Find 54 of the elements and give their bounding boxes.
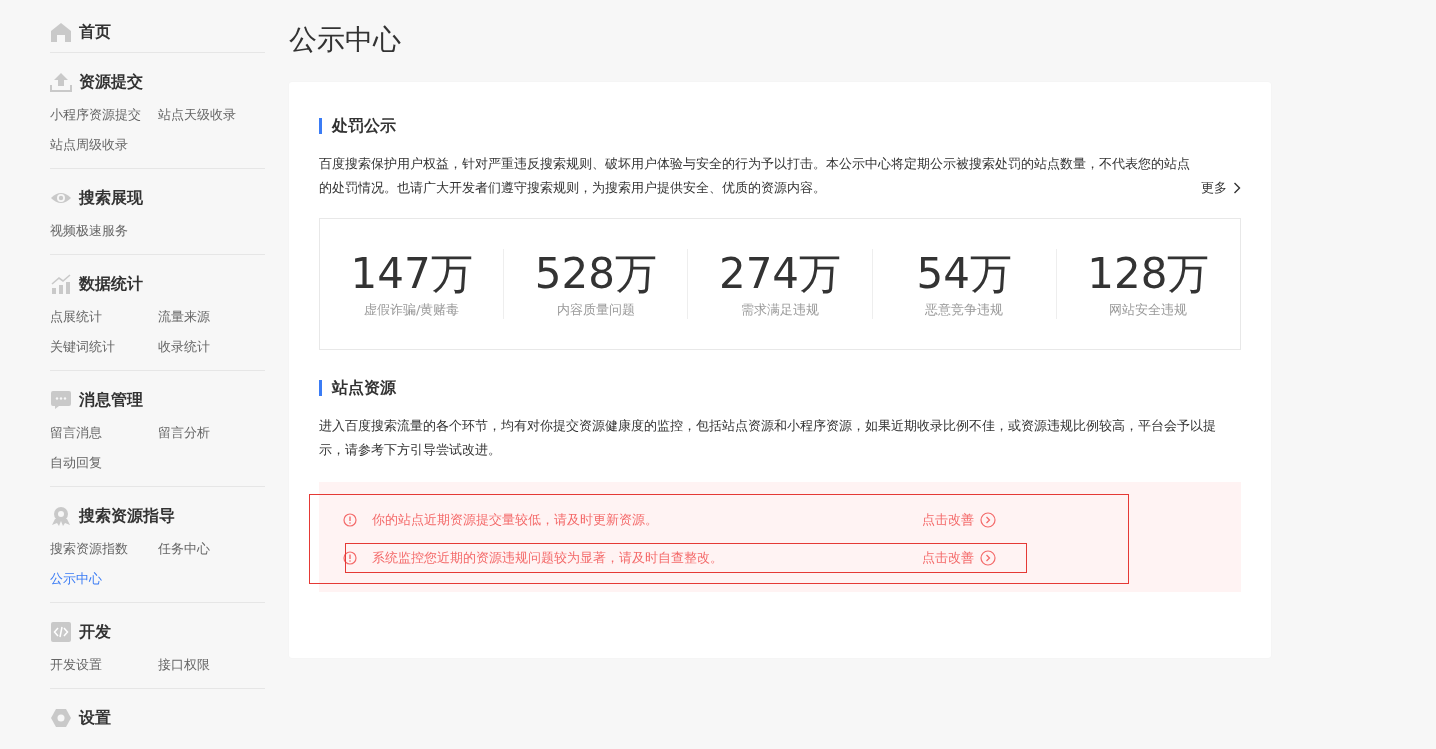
sidebar-item[interactable]: 流量来源 xyxy=(158,302,210,332)
sidebar-item[interactable]: 收录统计 xyxy=(158,332,210,362)
code-icon xyxy=(50,621,72,643)
sidebar-heading[interactable]: 资源提交 xyxy=(79,71,143,93)
stat-label: 需求满足违规 xyxy=(741,301,819,319)
chart-icon xyxy=(50,273,72,295)
stat-label: 内容质量问题 xyxy=(556,301,635,319)
sidebar-item[interactable]: 自动回复 xyxy=(50,448,102,478)
alert-message: 你的站点近期资源提交量较低，请及时更新资源。 xyxy=(372,511,659,529)
stat-label: 虚假诈骗/黄赌毒 xyxy=(363,301,460,319)
page-title: 公示中心 xyxy=(289,22,402,58)
sidebar-item[interactable]: 搜索资源指数 xyxy=(50,534,128,564)
warning-icon xyxy=(343,513,357,527)
stat-label: 恶意竞争违规 xyxy=(925,301,1004,319)
sidebar-heading[interactable]: 开发 xyxy=(79,621,111,643)
sidebar-item[interactable]: 关键词统计 xyxy=(50,332,115,362)
sidebar-heading[interactable]: 消息管理 xyxy=(79,389,143,411)
stat-label: 网站安全违规 xyxy=(1109,301,1188,319)
sidebar-item[interactable]: 小程序资源提交 xyxy=(50,100,141,130)
sidebar-item[interactable]: 公示中心 xyxy=(50,564,102,594)
sidebar-heading[interactable]: 首页 xyxy=(79,21,111,43)
section-heading: 处罚公示 xyxy=(319,118,1241,134)
sidebar-item[interactable]: 站点周级收录 xyxy=(50,130,128,160)
more-link[interactable]: 更多 xyxy=(1201,176,1241,200)
sidebar-heading[interactable]: 数据统计 xyxy=(79,273,143,295)
stat-value: 528万 xyxy=(534,249,657,299)
description: 百度搜索保护用户权益，针对严重违反搜索规则、破坏用户体验与安全的行为予以打击。本公示中心将定期公示被搜索处罚的站点数量，不代表您的站点的处罚情况。也请广大开发者们遵守搜索规则，为搜索用户提供安全、优质的资源内容。 xyxy=(319,155,1191,197)
warning-icon xyxy=(343,551,357,565)
sidebar-item[interactable]: 站点天级收录 xyxy=(158,100,236,130)
chevron-circle-icon xyxy=(980,550,996,566)
stat-value: 147万 xyxy=(350,249,473,299)
sidebar-heading[interactable]: 搜索资源指导 xyxy=(79,505,175,527)
description: 进入百度搜索流量的各个环节，均有对你提交资源健康度的监控，包括站点资源和小程序资源，如果近期收录比例不佳，或资源违规比例较高，平台会予以提示，请参考下方引导尝试改进。 xyxy=(319,417,1217,459)
sidebar-item[interactable]: 视频极速服务 xyxy=(50,216,128,246)
sidebar-heading[interactable]: 搜索展现 xyxy=(79,187,143,209)
settings-icon xyxy=(50,707,72,729)
sidebar-item[interactable]: 留言消息 xyxy=(50,418,102,448)
sidebar-item[interactable]: 任务中心 xyxy=(158,534,210,564)
chevron-icon xyxy=(1233,182,1241,194)
sidebar-item[interactable]: 留言分析 xyxy=(158,418,210,448)
sidebar-item[interactable]: 开发设置 xyxy=(50,650,102,680)
sidebar-item[interactable]: 点展统计 xyxy=(50,302,102,332)
home-icon xyxy=(50,21,72,43)
stat-value: 274万 xyxy=(718,249,842,299)
upload-icon xyxy=(50,71,72,93)
stat-value: 128万 xyxy=(1087,249,1210,299)
chevron-circle-icon xyxy=(980,512,996,528)
stat-value: 54万 xyxy=(916,249,1012,299)
sidebar-heading[interactable]: 设置 xyxy=(79,707,111,729)
chat-bubble-icon xyxy=(50,389,72,411)
sidebar-item[interactable]: 接口权限 xyxy=(158,650,210,680)
section-heading: 站点资源 xyxy=(319,380,1241,396)
badge-icon xyxy=(50,505,72,527)
alert-message: 系统监控您近期的资源违规问题较为显著，请及时自查整改。 xyxy=(372,549,724,567)
